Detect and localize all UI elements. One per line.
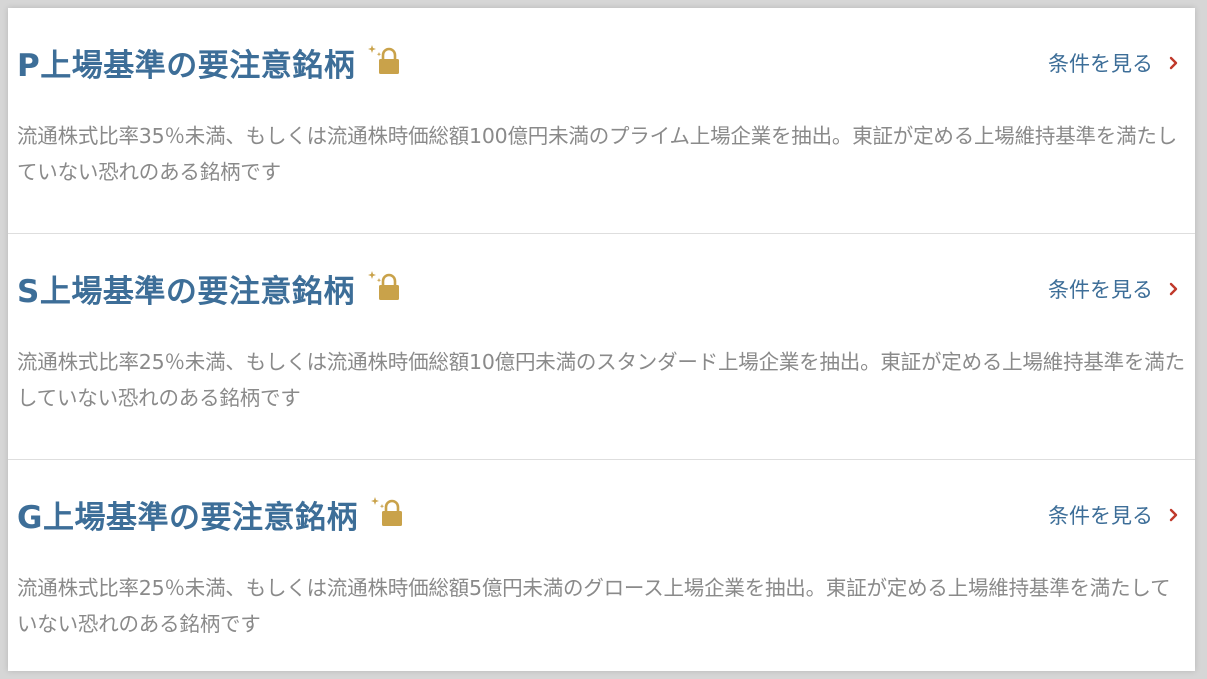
view-conditions-label: 条件を見る bbox=[1048, 52, 1153, 76]
title-row: G上場基準の要注意銘柄 bbox=[17, 492, 404, 536]
chevron-right-icon bbox=[1169, 508, 1178, 522]
list-item: S上場基準の要注意銘柄 条件を見る 流通株式比率25％未満、もしくは流通株時価総… bbox=[8, 234, 1195, 460]
item-description: 流通株式比率35％未満、もしくは流通株時価総額100億円未満のプライム上場企業を… bbox=[17, 124, 1178, 184]
title-row: S上場基準の要注意銘柄 bbox=[17, 266, 401, 310]
view-conditions-label: 条件を見る bbox=[1048, 504, 1153, 528]
view-conditions-link[interactable]: 条件を見る bbox=[1048, 500, 1179, 530]
list-item: G上場基準の要注意銘柄 条件を見る 流通株式比率25％未満、もしくは流通株時価総… bbox=[8, 460, 1195, 671]
view-conditions-link[interactable]: 条件を見る bbox=[1048, 48, 1179, 78]
item-description: 流通株式比率25％未満、もしくは流通株時価総額10億円未満のスタンダード上場企業… bbox=[17, 350, 1185, 410]
item-title[interactable]: G上場基準の要注意銘柄 bbox=[17, 492, 358, 537]
chevron-right-icon bbox=[1169, 282, 1178, 296]
title-row: P上場基準の要注意銘柄 bbox=[17, 40, 401, 84]
premium-lock-icon bbox=[367, 268, 401, 302]
list-item: P上場基準の要注意銘柄 条件を見る 流通株式比率35％未満、もしくは流通株時価総… bbox=[8, 8, 1195, 234]
view-conditions-link[interactable]: 条件を見る bbox=[1048, 274, 1179, 304]
screener-list-panel: P上場基準の要注意銘柄 条件を見る 流通株式比率35％未満、もしくは流通株時価総… bbox=[8, 8, 1195, 671]
item-title[interactable]: S上場基準の要注意銘柄 bbox=[17, 266, 355, 311]
premium-lock-icon bbox=[370, 494, 404, 528]
item-description: 流通株式比率25％未満、もしくは流通株時価総額5億円未満のグロース上場企業を抽出… bbox=[17, 576, 1171, 636]
chevron-right-icon bbox=[1169, 56, 1178, 70]
item-title[interactable]: P上場基準の要注意銘柄 bbox=[17, 40, 355, 85]
premium-lock-icon bbox=[367, 42, 401, 76]
view-conditions-label: 条件を見る bbox=[1048, 278, 1153, 302]
